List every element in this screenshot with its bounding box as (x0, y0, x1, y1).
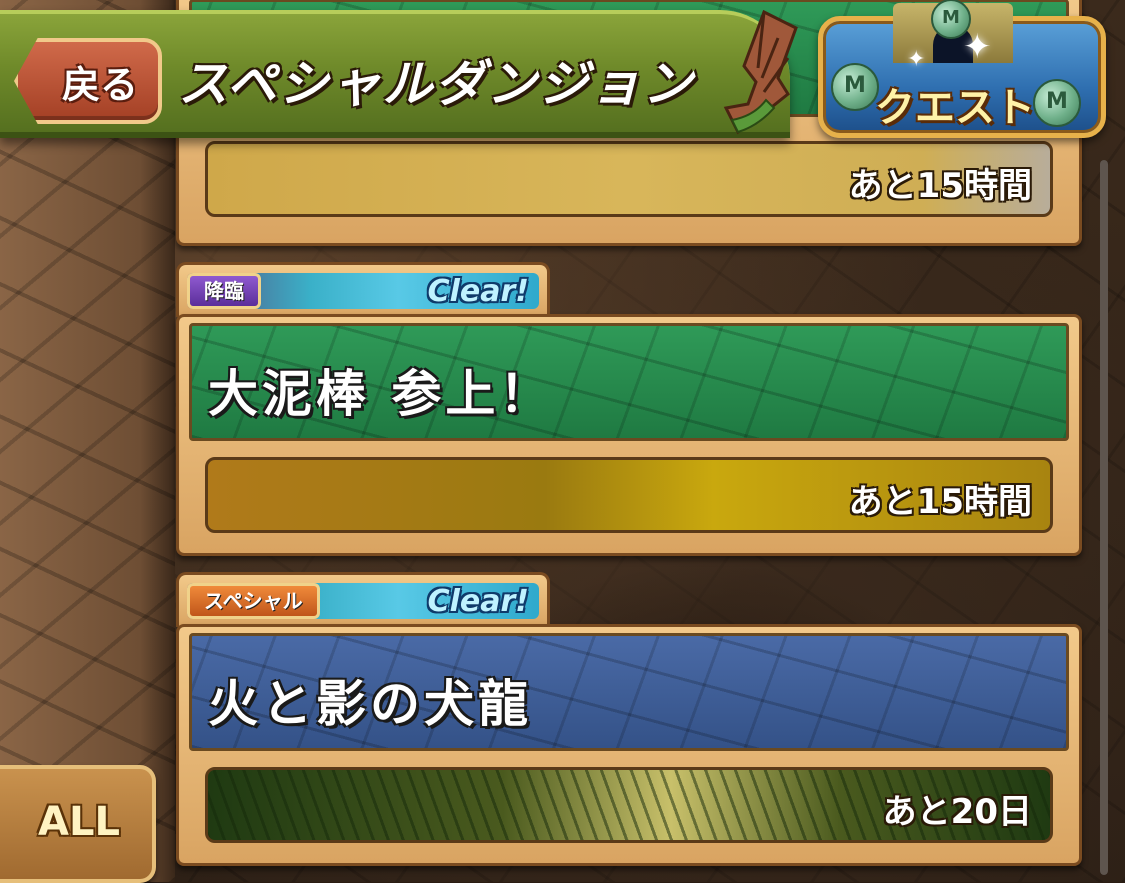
clear-status: Clear! (427, 584, 529, 619)
quest-label: クエスト (875, 85, 1035, 131)
back-button[interactable]: 戻る (14, 38, 162, 124)
sparkle-icon: ✦ (963, 27, 992, 67)
time-left-label: あと20日 (882, 792, 1032, 832)
scrollbar-thumb[interactable] (1100, 160, 1108, 875)
dungeon-name: 火と影の犬龍 (208, 675, 532, 733)
dungeon-banner[interactable]: 火と影の犬龍 (189, 633, 1069, 751)
filter-all-button[interactable]: ALL (0, 765, 156, 883)
clear-status-bar: 降臨 Clear! (187, 273, 539, 309)
time-left-label: あと15時間 (848, 166, 1032, 206)
clear-status-bar: スペシャル Clear! (187, 583, 539, 619)
dungeon-tab: 降臨 Clear! (176, 262, 550, 317)
dungeon-tab: スペシャル Clear! (176, 572, 550, 627)
dragon-wing-icon (723, 9, 798, 135)
quest-button[interactable]: M M M ✦ ✦ クエスト (818, 0, 1106, 138)
timer-strip: あと20日 (205, 767, 1053, 843)
advent-badge: 降臨 (187, 273, 261, 309)
dungeon-card-3[interactable]: 火と影の犬龍 あと20日 (176, 624, 1082, 866)
sparkle-icon: ✦ (907, 47, 926, 72)
coin-icon: M (831, 63, 879, 111)
clear-status: Clear! (427, 274, 529, 309)
coin-icon: M (1033, 79, 1081, 127)
dungeon-name: 大泥棒 参上！ (208, 365, 554, 423)
dungeon-banner[interactable]: 大泥棒 参上！ (189, 323, 1069, 441)
scrollbar-track[interactable] (1100, 160, 1108, 875)
time-left-label: あと15時間 (848, 482, 1032, 522)
page-title: スペシャルダンジョン (178, 55, 695, 113)
timer-strip: あと15時間 (205, 141, 1053, 217)
dungeon-card-2[interactable]: 大泥棒 参上！ あと15時間 (176, 314, 1082, 556)
timer-strip: あと15時間 (205, 457, 1053, 533)
filter-all-label: ALL (38, 799, 120, 845)
header-bar: 戻る スペシャルダンジョン (0, 10, 790, 138)
back-label: 戻る (62, 63, 139, 107)
special-badge: スペシャル (187, 583, 320, 619)
